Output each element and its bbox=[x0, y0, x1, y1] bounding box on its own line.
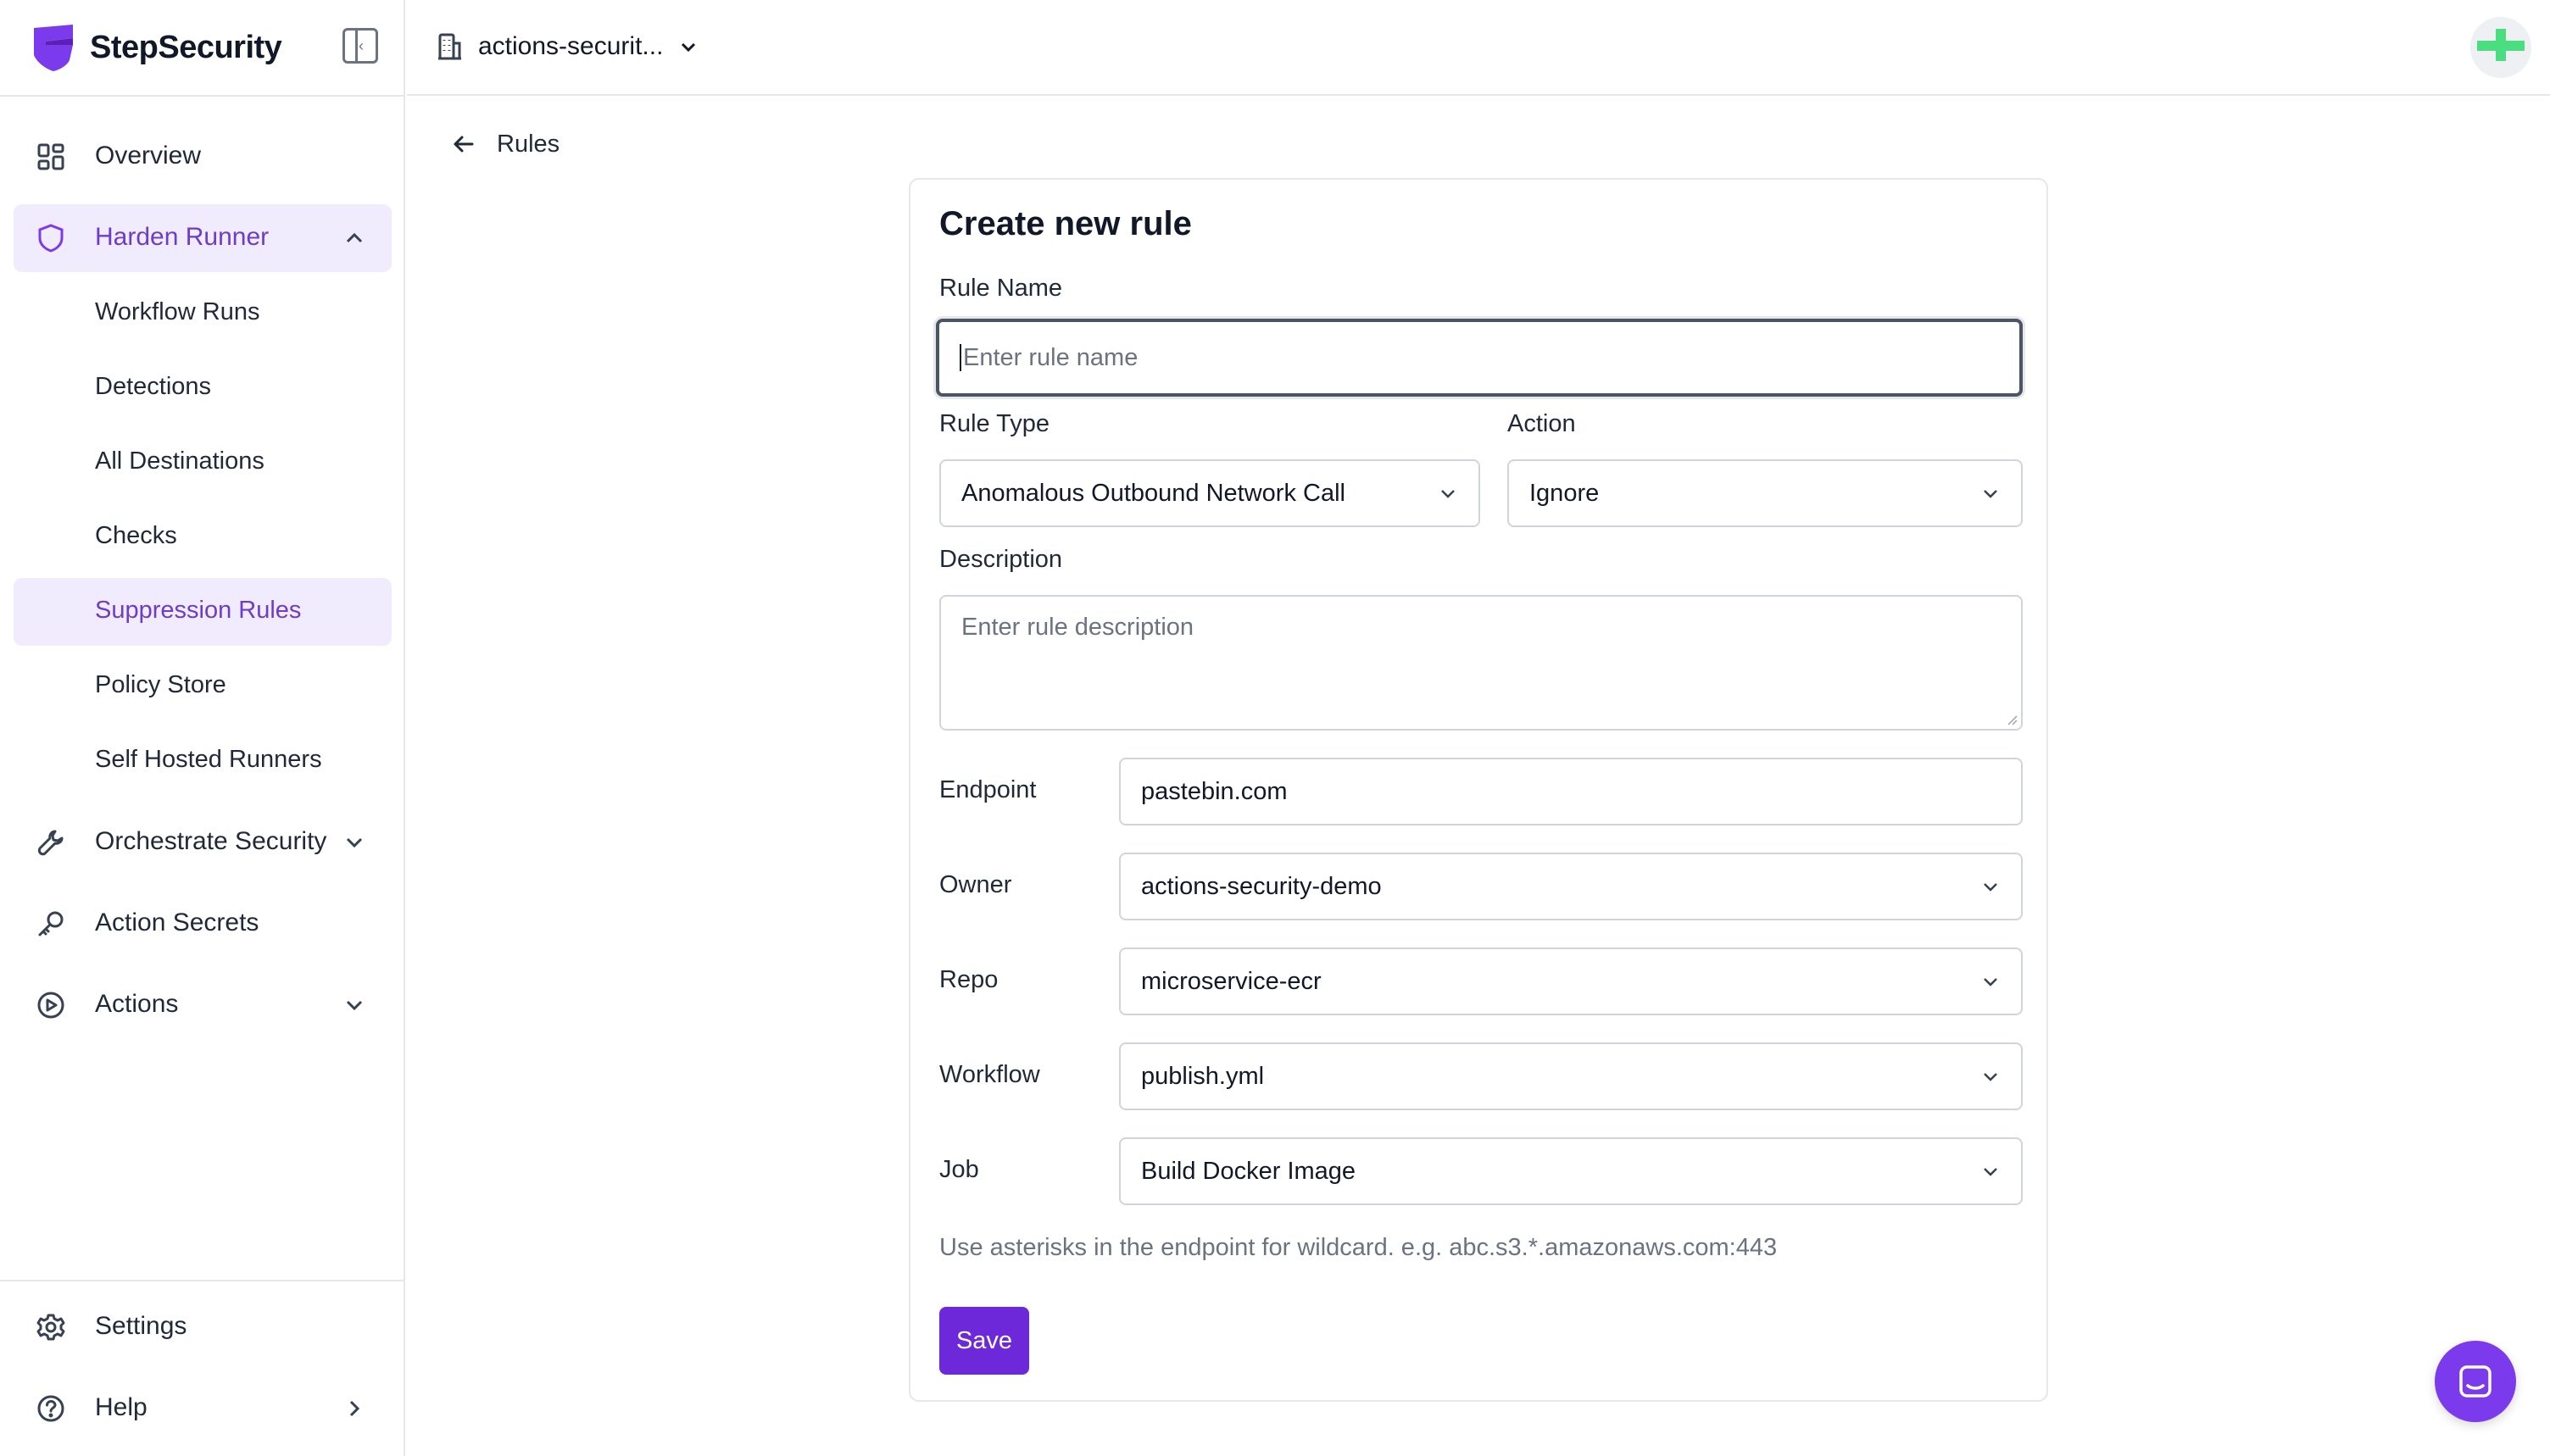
repo-select[interactable]: microservice-ecr bbox=[1119, 948, 2023, 1015]
sidebar-item-self-hosted-runners[interactable]: Self Hosted Runners bbox=[14, 727, 392, 795]
chevron-down-icon bbox=[346, 837, 363, 848]
text-cursor bbox=[960, 344, 961, 371]
owner-label: Owner bbox=[939, 871, 1012, 898]
chevron-down-icon bbox=[682, 42, 696, 53]
collapse-sidebar-button[interactable]: ‹ bbox=[342, 28, 378, 64]
sidebar-item-label: Settings bbox=[95, 1312, 187, 1340]
avatar-image bbox=[2470, 17, 2531, 78]
action-value: Ignore bbox=[1529, 479, 1600, 507]
sidebar-item-label: Suppression Rules bbox=[95, 597, 302, 624]
sidebar-item-actions[interactable]: Actions bbox=[14, 971, 392, 1039]
sidebar-item-label: Detections bbox=[95, 373, 212, 400]
workflow-label: Workflow bbox=[939, 1061, 1040, 1088]
wildcard-hint: Use asterisks in the endpoint for wildca… bbox=[939, 1234, 1778, 1261]
rule-name-input[interactable]: Enter rule name bbox=[936, 319, 2023, 397]
sidebar-item-settings[interactable]: Settings bbox=[14, 1293, 392, 1361]
endpoint-input[interactable]: pastebin.com bbox=[1119, 758, 2023, 825]
chevron-down-icon bbox=[1984, 883, 1997, 892]
job-select[interactable]: Build Docker Image bbox=[1119, 1137, 2023, 1205]
top-bar: actions-securit... bbox=[407, 0, 2550, 96]
stepsecurity-logo-icon bbox=[34, 25, 73, 71]
action-label: Action bbox=[1507, 410, 1576, 437]
sidebar-item-workflow-runs[interactable]: Workflow Runs bbox=[14, 280, 392, 347]
resize-handle-icon[interactable] bbox=[2004, 712, 2018, 725]
chevron-down-icon bbox=[1984, 490, 1997, 498]
wrench-icon bbox=[36, 827, 66, 858]
chevron-down-icon bbox=[1984, 1073, 1997, 1081]
repo-value: microservice-ecr bbox=[1141, 967, 1322, 995]
workflow-select[interactable]: publish.yml bbox=[1119, 1042, 2023, 1110]
back-link-label: Rules bbox=[497, 130, 560, 158]
endpoint-value: pastebin.com bbox=[1141, 777, 1288, 805]
endpoint-label: Endpoint bbox=[939, 776, 1037, 803]
arrow-left-icon bbox=[454, 136, 474, 153]
job-label: Job bbox=[939, 1156, 979, 1183]
divider bbox=[0, 95, 404, 97]
org-switcher[interactable]: actions-securit... bbox=[436, 27, 699, 66]
chevron-up-icon bbox=[346, 232, 363, 243]
sidebar-item-orchestrate-security[interactable]: Orchestrate Security bbox=[14, 809, 392, 876]
sidebar-item-checks[interactable]: Checks bbox=[14, 503, 392, 571]
sidebar-item-label: Workflow Runs bbox=[95, 298, 260, 325]
chevron-right-icon bbox=[349, 1400, 360, 1417]
chevron-down-icon bbox=[1984, 1168, 1997, 1176]
owner-select[interactable]: actions-security-demo bbox=[1119, 853, 2023, 920]
shield-icon bbox=[36, 223, 66, 253]
org-name: actions-securit... bbox=[478, 32, 664, 60]
rule-type-select[interactable]: Anomalous Outbound Network Call bbox=[939, 459, 1480, 527]
chevron-down-icon bbox=[1984, 978, 1997, 986]
gear-icon bbox=[36, 1312, 66, 1342]
sidebar-item-action-secrets[interactable]: Action Secrets bbox=[14, 890, 392, 958]
building-icon bbox=[438, 33, 461, 60]
sidebar-item-help[interactable]: Help bbox=[14, 1375, 392, 1442]
sidebar-item-harden-runner[interactable]: Harden Runner bbox=[14, 204, 392, 272]
brand[interactable]: StepSecurity bbox=[29, 22, 282, 73]
description-label: Description bbox=[939, 546, 1063, 573]
description-textarea[interactable]: Enter rule description bbox=[939, 595, 2023, 731]
workflow-value: publish.yml bbox=[1141, 1062, 1265, 1090]
rule-name-placeholder: Enter rule name bbox=[963, 343, 1139, 371]
divider bbox=[0, 1280, 404, 1281]
key-icon bbox=[36, 909, 66, 939]
sidebar-item-policy-store[interactable]: Policy Store bbox=[14, 653, 392, 720]
repo-label: Repo bbox=[939, 966, 999, 993]
job-value: Build Docker Image bbox=[1141, 1157, 1356, 1185]
play-circle-icon bbox=[36, 990, 66, 1020]
brand-name: StepSecurity bbox=[90, 29, 282, 65]
chevron-down-icon bbox=[1441, 490, 1455, 498]
rule-name-label: Rule Name bbox=[939, 275, 1063, 302]
description-placeholder: Enter rule description bbox=[961, 614, 1194, 641]
create-rule-form: Create new rule Rule Name Enter rule nam… bbox=[909, 178, 2048, 1402]
chevron-left-icon: ‹ bbox=[359, 37, 364, 54]
sidebar-item-label: All Destinations bbox=[95, 447, 264, 475]
help-circle-icon bbox=[36, 1393, 66, 1424]
sidebar: StepSecurity ‹ Overview Harden Runner Wo… bbox=[0, 0, 405, 1456]
sidebar-item-label: Checks bbox=[95, 522, 177, 549]
save-button[interactable]: Save bbox=[939, 1307, 1029, 1375]
sidebar-item-label: Orchestrate Security bbox=[95, 827, 327, 855]
chat-support-button[interactable] bbox=[2435, 1341, 2516, 1422]
back-to-rules-link[interactable]: Rules bbox=[451, 127, 560, 161]
sidebar-item-label: Actions bbox=[95, 990, 179, 1018]
sidebar-item-suppression-rules[interactable]: Suppression Rules bbox=[14, 578, 392, 646]
sidebar-item-label: Action Secrets bbox=[95, 909, 259, 936]
rule-type-label: Rule Type bbox=[939, 410, 1050, 437]
grid-icon bbox=[36, 142, 66, 172]
chat-icon bbox=[2459, 1365, 2492, 1398]
sidebar-item-label: Help bbox=[95, 1393, 148, 1421]
avatar[interactable] bbox=[2470, 17, 2531, 78]
sidebar-item-label: Policy Store bbox=[95, 671, 226, 698]
owner-value: actions-security-demo bbox=[1141, 872, 1382, 900]
sidebar-item-overview[interactable]: Overview bbox=[14, 123, 392, 191]
sidebar-item-label: Overview bbox=[95, 142, 202, 169]
sidebar-item-detections[interactable]: Detections bbox=[14, 354, 392, 422]
form-title: Create new rule bbox=[939, 205, 1192, 242]
chevron-down-icon bbox=[346, 1000, 363, 1011]
rule-type-value: Anomalous Outbound Network Call bbox=[961, 479, 1345, 507]
sidebar-item-label: Harden Runner bbox=[95, 223, 270, 251]
action-select[interactable]: Ignore bbox=[1507, 459, 2023, 527]
sidebar-item-label: Self Hosted Runners bbox=[95, 746, 322, 773]
sidebar-item-all-destinations[interactable]: All Destinations bbox=[14, 429, 392, 497]
